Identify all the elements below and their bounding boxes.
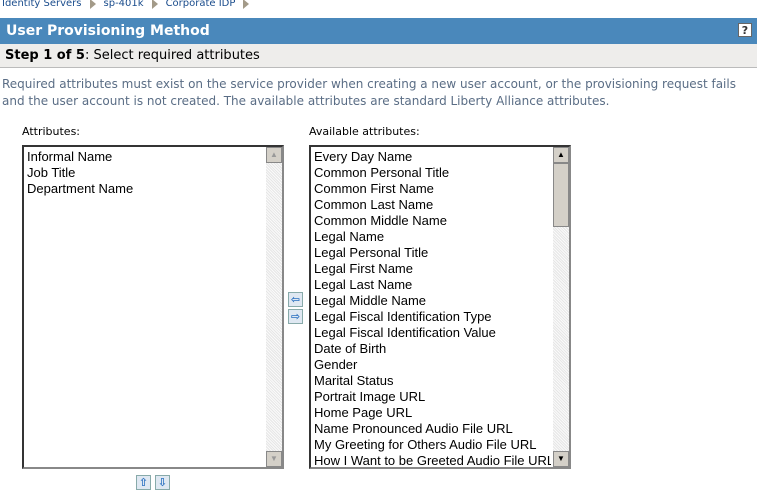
- available-attributes-label: Available attributes:: [309, 125, 420, 138]
- list-item[interactable]: Legal Personal Title: [314, 245, 551, 261]
- list-item[interactable]: Legal Name: [314, 229, 551, 245]
- description: Required attributes must exist on the se…: [2, 77, 736, 108]
- list-item[interactable]: Every Day Name: [314, 149, 551, 165]
- step-text: : Select required attributes: [84, 48, 260, 63]
- scrollbar[interactable]: ▲ ▼: [266, 147, 282, 467]
- arrow-up-icon: ⇧: [138, 476, 149, 489]
- list-item[interactable]: Name Pronounced Audio File URL: [314, 421, 551, 437]
- list-item[interactable]: Legal Middle Name: [314, 293, 551, 309]
- breadcrumb-sp-401k[interactable]: sp-401k: [104, 0, 144, 9]
- list-item[interactable]: Common Personal Title: [314, 165, 551, 181]
- list-item[interactable]: Common Last Name: [314, 197, 551, 213]
- list-item[interactable]: How I Want to be Greeted Audio File URL: [314, 453, 551, 469]
- list-item[interactable]: Home Page URL: [314, 405, 551, 421]
- list-item[interactable]: Department Name: [27, 181, 264, 197]
- list-item[interactable]: Legal Fiscal Identification Value: [314, 325, 551, 341]
- available-attributes-list[interactable]: Every Day Name Common Personal Title Commo…: [309, 145, 571, 469]
- list-item[interactable]: Legal Fiscal Identification Type: [314, 309, 551, 325]
- arrow-left-icon: ⇦: [290, 293, 301, 306]
- chevron-right-icon: [243, 0, 250, 9]
- move-down-button[interactable]: ⇩: [155, 475, 170, 490]
- scroll-up-icon[interactable]: ▲: [266, 147, 282, 163]
- page-title: User Provisioning Method: [6, 23, 210, 39]
- list-item[interactable]: Common Middle Name: [314, 213, 551, 229]
- attributes-list[interactable]: Informal Name Job Title Department Name ▲ …: [22, 145, 284, 469]
- scroll-up-icon[interactable]: ▲: [553, 147, 569, 163]
- move-left-button[interactable]: ⇦: [288, 292, 303, 307]
- list-item[interactable]: Date of Birth: [314, 341, 551, 357]
- chevron-right-icon: [151, 0, 158, 9]
- attributes-label: Attributes:: [22, 125, 81, 138]
- scroll-thumb[interactable]: [553, 163, 569, 227]
- page-title-bar: User Provisioning Method ?: [0, 18, 757, 44]
- list-item[interactable]: Common First Name: [314, 181, 551, 197]
- list-item[interactable]: Informal Name: [27, 149, 264, 165]
- move-up-button[interactable]: ⇧: [136, 475, 151, 490]
- list-item[interactable]: My Greeting for Others Audio File URL: [314, 437, 551, 453]
- move-right-button[interactable]: ⇨: [288, 309, 303, 324]
- step-number: Step 1 of 5: [5, 48, 85, 63]
- list-item[interactable]: Legal First Name: [314, 261, 551, 277]
- arrow-down-icon: ⇩: [157, 476, 168, 489]
- scroll-down-icon[interactable]: ▼: [553, 451, 569, 467]
- list-item[interactable]: Legal Last Name: [314, 277, 551, 293]
- list-item[interactable]: Portrait Image URL: [314, 389, 551, 405]
- list-item[interactable]: Job Title: [27, 165, 264, 181]
- breadcrumb: Identity Servers sp-401k Corporate IDP: [2, 0, 251, 9]
- chevron-right-icon: [89, 0, 96, 9]
- list-item[interactable]: Gender: [314, 357, 551, 373]
- step-indicator: Step 1 of 5: Select required attributes: [0, 44, 757, 68]
- scroll-down-icon[interactable]: ▼: [266, 451, 282, 467]
- breadcrumb-corporate-idp[interactable]: Corporate IDP: [166, 0, 236, 9]
- help-icon[interactable]: ?: [738, 23, 752, 37]
- list-item[interactable]: Marital Status: [314, 373, 551, 389]
- arrow-right-icon: ⇨: [290, 310, 301, 323]
- breadcrumb-identity-servers[interactable]: Identity Servers: [2, 0, 82, 9]
- scrollbar[interactable]: ▲ ▼: [553, 147, 569, 467]
